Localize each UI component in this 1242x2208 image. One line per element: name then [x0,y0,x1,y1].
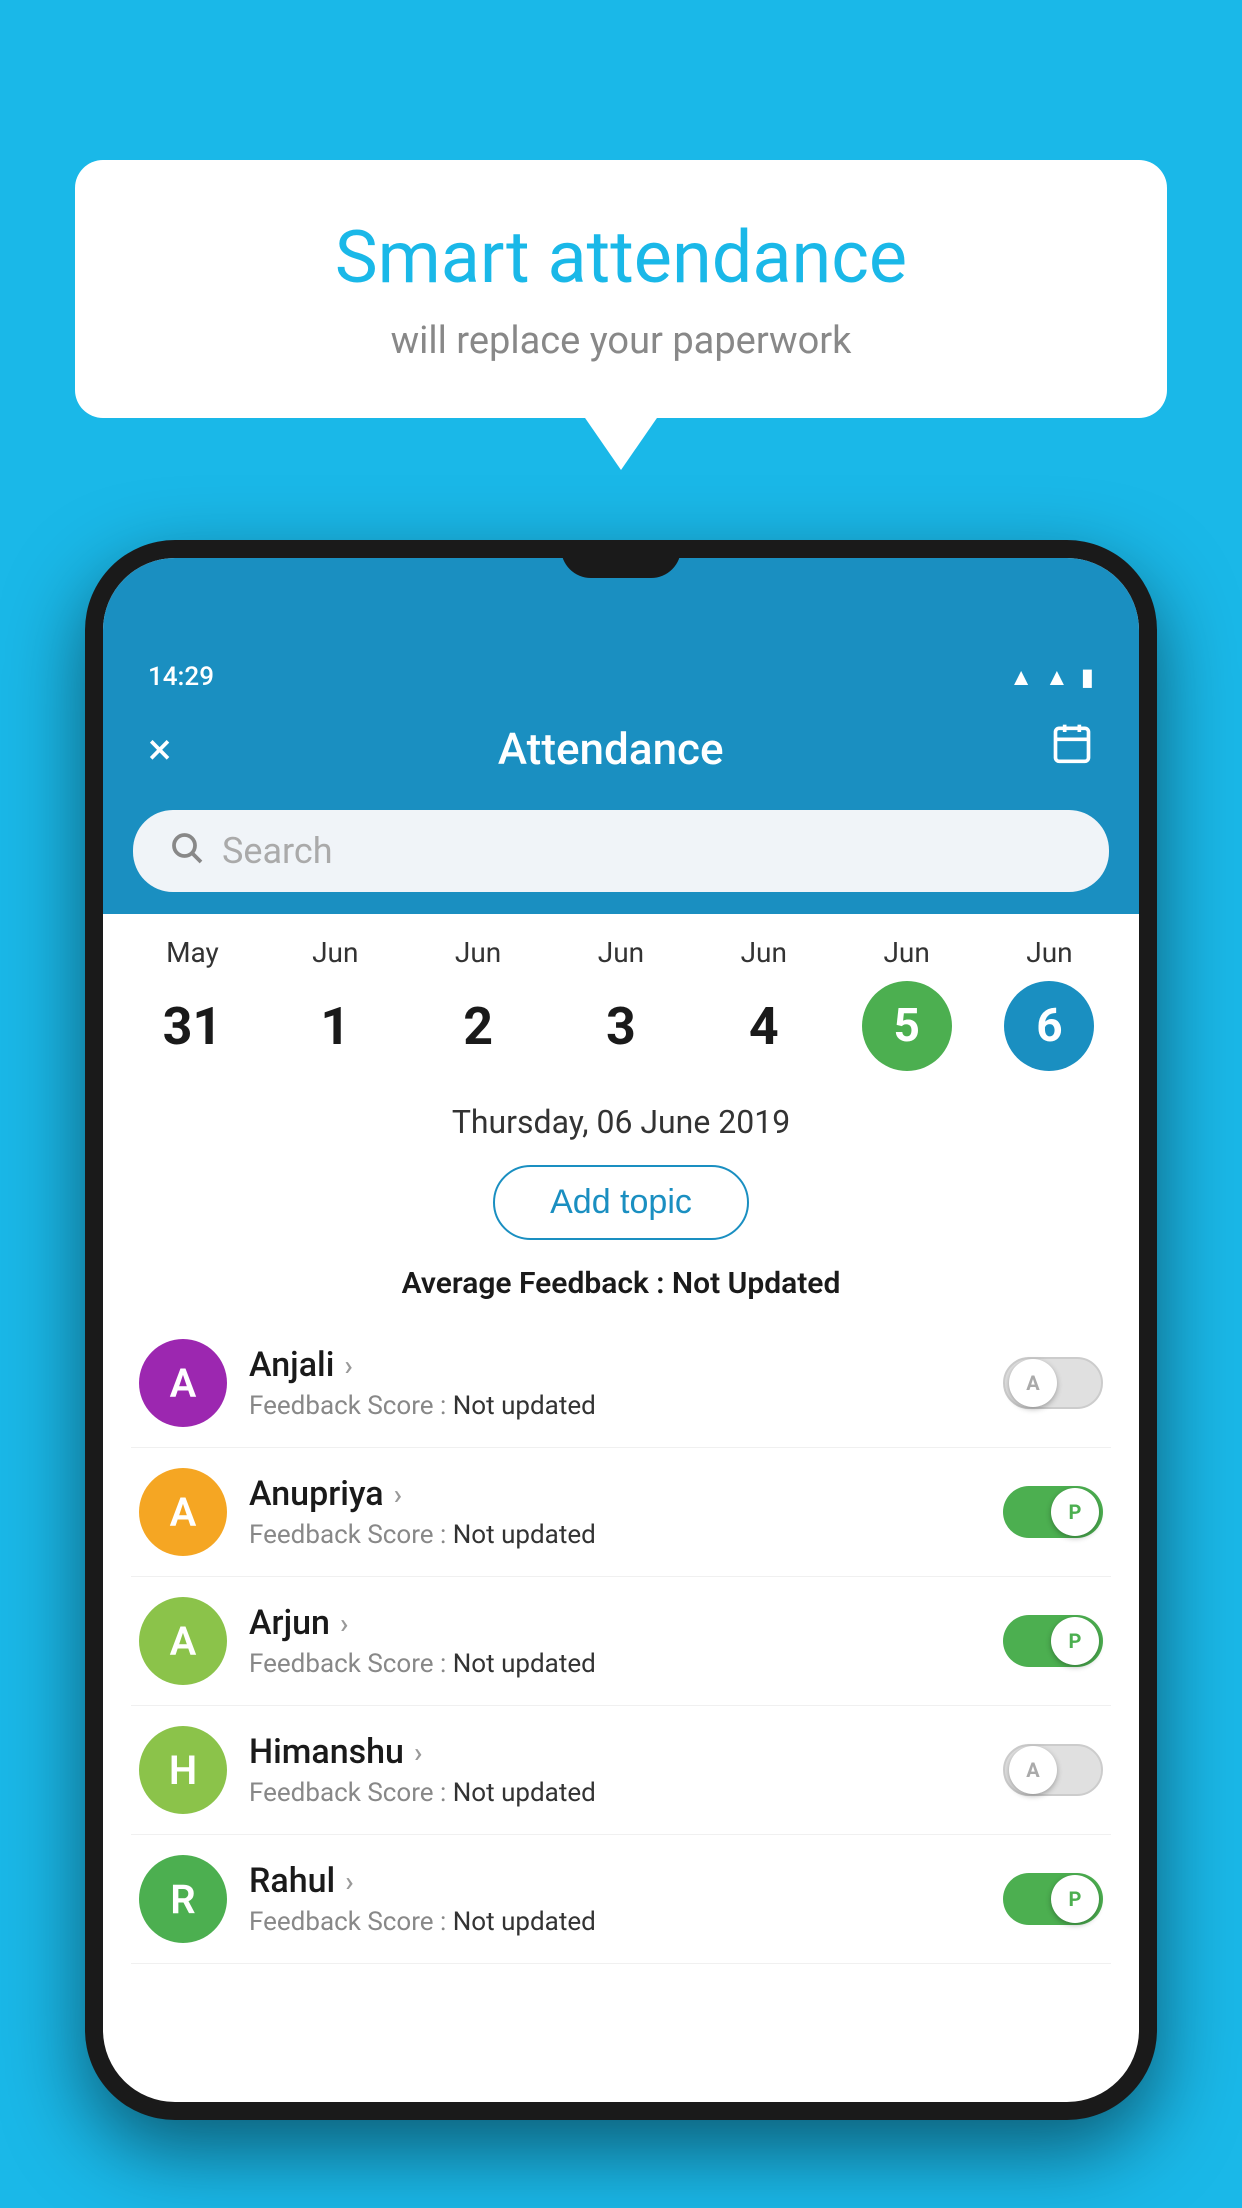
cal-month-label: Jun [455,936,501,969]
avatar: A [139,1597,227,1685]
feedback-score: Feedback Score : Not updated [249,1391,981,1421]
toggle-thumb: P [1051,1875,1099,1923]
chevron-icon: › [340,1607,348,1640]
calendar-day[interactable]: Jun 3 [561,936,681,1071]
feedback-score: Feedback Score : Not updated [249,1778,981,1808]
attendance-toggle[interactable]: A [1003,1357,1103,1409]
cal-date-number: 1 [290,981,380,1071]
feedback-score: Feedback Score : Not updated [249,1649,981,1679]
cal-month-label: Jun [741,936,787,969]
app-title: Attendance [498,723,724,775]
bubble-title: Smart attendance [135,215,1107,301]
cal-month-label: Jun [883,936,929,969]
feedback-score: Feedback Score : Not updated [249,1907,981,1937]
chevron-icon: › [394,1478,402,1511]
feedback-value: Not Updated [672,1266,840,1301]
avatar: H [139,1726,227,1814]
app-bar: × Attendance [103,703,1139,798]
speech-bubble: Smart attendance will replace your paper… [75,160,1167,418]
calendar-day[interactable]: Jun 6 [989,936,1109,1071]
feedback-label: Average Feedback : [402,1266,672,1301]
student-info: Himanshu› Feedback Score : Not updated [249,1732,981,1808]
toggle-thumb: A [1009,1359,1057,1407]
cal-date-number: 31 [147,981,237,1071]
search-container: Search [103,798,1139,914]
student-item[interactable]: A Arjun› Feedback Score : Not updated P [131,1577,1111,1706]
student-name: Anupriya› [249,1474,981,1514]
student-info: Arjun› Feedback Score : Not updated [249,1603,981,1679]
calendar-day[interactable]: Jun 1 [275,936,395,1071]
cal-month-label: Jun [312,936,358,969]
calendar-day[interactable]: Jun 2 [418,936,538,1071]
phone-outer: 14:29 ▲ ▲ ▮ × Attendance [85,540,1157,2120]
app-background: Smart attendance will replace your paper… [0,0,1242,2208]
selected-date: Thursday, 06 June 2019 [103,1081,1139,1155]
attendance-toggle[interactable]: A [1003,1744,1103,1796]
add-topic-button[interactable]: Add topic [493,1165,749,1240]
search-placeholder: Search [222,830,333,872]
student-info: Anjali› Feedback Score : Not updated [249,1345,981,1421]
toggle-thumb: A [1009,1746,1057,1794]
student-name: Himanshu› [249,1732,981,1772]
battery-icon: ▮ [1081,663,1094,691]
avatar: A [139,1339,227,1427]
student-info: Rahul› Feedback Score : Not updated [249,1861,981,1937]
chevron-icon: › [344,1349,352,1382]
calendar-day[interactable]: May 31 [132,936,252,1071]
toggle-thumb: P [1051,1488,1099,1536]
cal-month-label: Jun [1026,936,1072,969]
wifi-icon: ▲ [1009,663,1033,692]
search-bar[interactable]: Search [133,810,1109,892]
feedback-info: Average Feedback : Not Updated [103,1258,1139,1319]
phone-screen: 14:29 ▲ ▲ ▮ × Attendance [103,558,1139,2102]
status-time: 14:29 [148,662,214,692]
avatar: A [139,1468,227,1556]
search-icon [168,829,204,874]
student-name: Rahul› [249,1861,981,1901]
student-name: Arjun› [249,1603,981,1643]
chevron-icon: › [414,1736,422,1769]
student-name: Anjali› [249,1345,981,1385]
feedback-score: Feedback Score : Not updated [249,1520,981,1550]
cal-month-label: May [166,936,219,969]
toggle-thumb: P [1051,1617,1099,1665]
student-item[interactable]: A Anupriya› Feedback Score : Not updated P [131,1448,1111,1577]
calendar-icon[interactable] [1050,721,1094,776]
phone-notch [561,540,681,578]
student-item[interactable]: R Rahul› Feedback Score : Not updated P [131,1835,1111,1964]
header-section: 14:29 ▲ ▲ ▮ × Attendance [103,558,1139,914]
phone-wrapper: 14:29 ▲ ▲ ▮ × Attendance [85,540,1157,2208]
cal-date-number: 6 [1004,981,1094,1071]
attendance-toggle[interactable]: P [1003,1486,1103,1538]
cal-date-number: 3 [576,981,666,1071]
chevron-icon: › [345,1865,353,1898]
close-button[interactable]: × [148,723,171,775]
signal-icon: ▲ [1045,663,1069,692]
status-icons: ▲ ▲ ▮ [1009,663,1094,692]
calendar-strip: May 31 Jun 1 Jun 2 Jun 3 Jun 4 Jun 5 Jun 6 [103,914,1139,1081]
attendance-toggle[interactable]: P [1003,1873,1103,1925]
cal-date-number: 5 [862,981,952,1071]
student-item[interactable]: H Himanshu› Feedback Score : Not updated A [131,1706,1111,1835]
calendar-day[interactable]: Jun 4 [704,936,824,1071]
attendance-toggle[interactable]: P [1003,1615,1103,1667]
cal-date-number: 4 [719,981,809,1071]
add-topic-wrap: Add topic [103,1155,1139,1258]
bubble-subtitle: will replace your paperwork [135,319,1107,363]
calendar-day[interactable]: Jun 5 [847,936,967,1071]
student-list: AAnjali›Feedback Score : Not updatedAAAn… [103,1319,1139,1964]
cal-month-label: Jun [598,936,644,969]
student-item[interactable]: A Anjali› Feedback Score : Not updated A [131,1319,1111,1448]
student-info: Anupriya› Feedback Score : Not updated [249,1474,981,1550]
avatar: R [139,1855,227,1943]
cal-date-number: 2 [433,981,523,1071]
